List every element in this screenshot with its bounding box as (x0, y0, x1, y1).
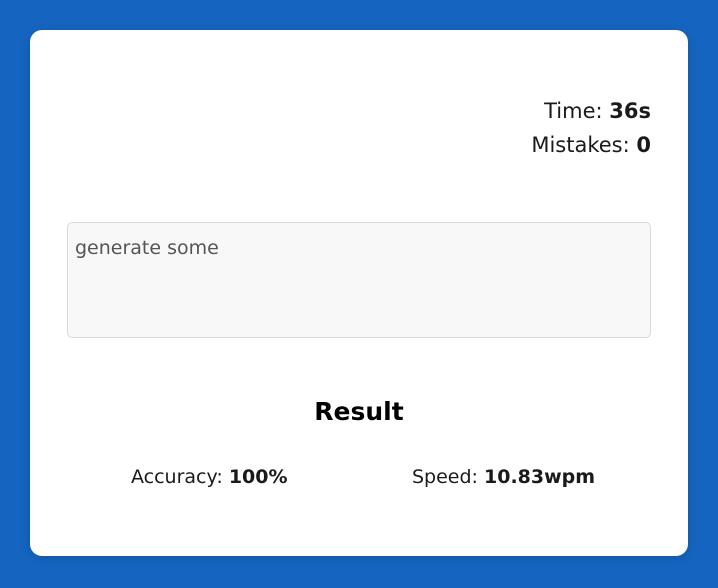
mistakes-value: 0 (636, 133, 651, 157)
accuracy-value: 100% (228, 466, 288, 488)
time-value: 36s (609, 99, 651, 123)
typing-test-card: Time: 36s Mistakes: 0 Result Accuracy: 1… (30, 30, 688, 556)
mistakes-stat: Mistakes: 0 (531, 128, 651, 162)
typing-input[interactable] (67, 222, 651, 338)
speed-value: 10.83wpm (484, 466, 596, 488)
time-stat: Time: 36s (531, 94, 651, 128)
time-label: Time: (544, 99, 610, 123)
stats-panel: Time: 36s Mistakes: 0 (531, 94, 651, 162)
accuracy-result: Accuracy: 100% (131, 466, 288, 488)
speed-result: Speed: 10.83wpm (412, 466, 595, 488)
mistakes-label: Mistakes: (531, 133, 637, 157)
result-title: Result (314, 397, 404, 426)
speed-label: Speed: (412, 466, 485, 488)
accuracy-label: Accuracy: (131, 466, 229, 488)
